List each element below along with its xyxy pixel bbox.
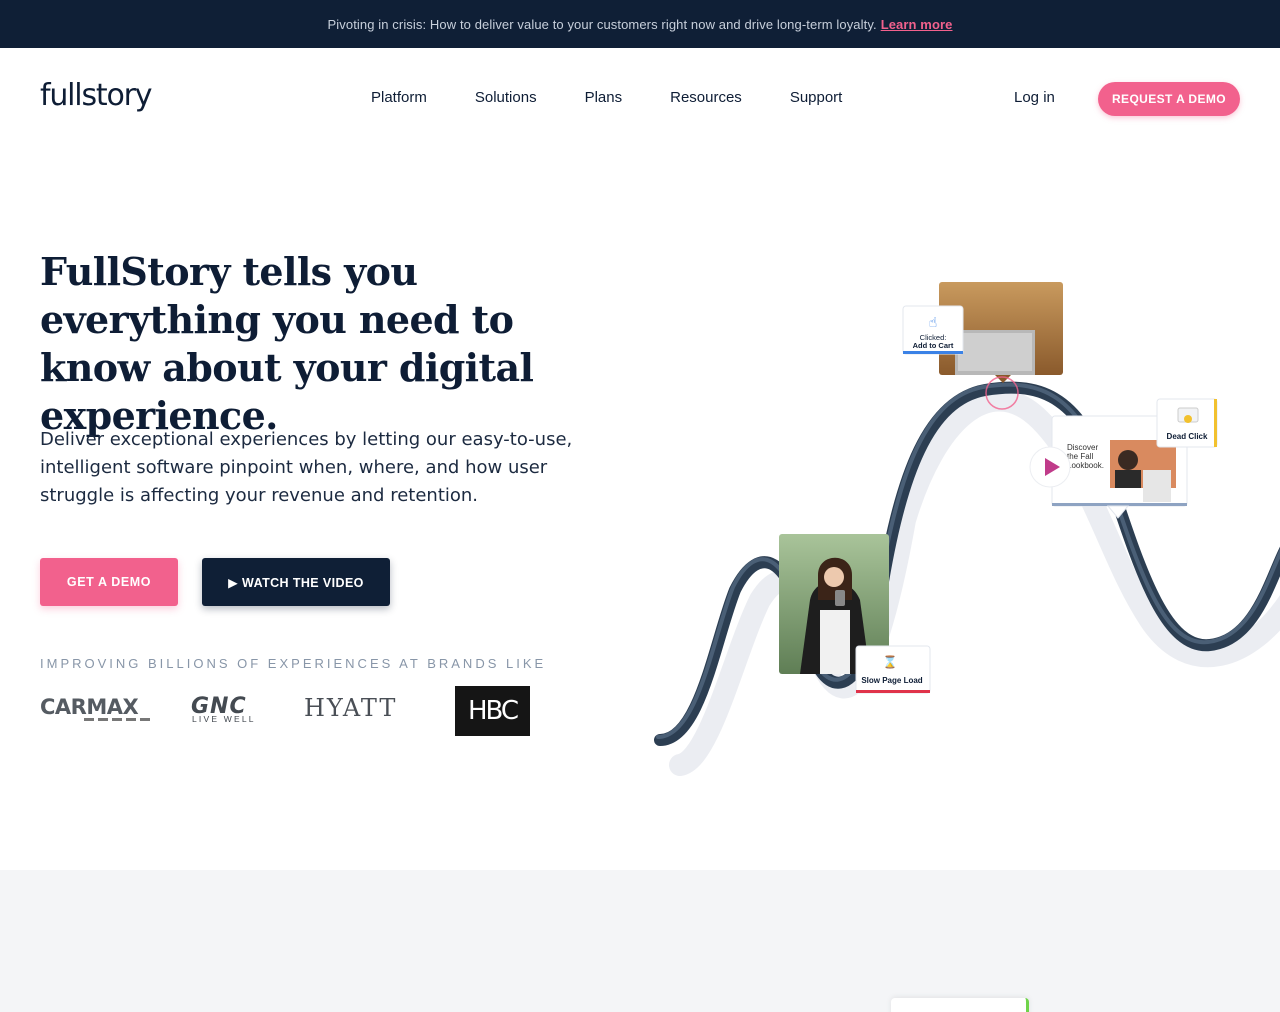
nav-item-support[interactable]: Support [790, 89, 843, 106]
hero-title: FullStory tells you everything you need … [40, 249, 534, 438]
play-icon [1029, 446, 1071, 488]
nav-item-plans[interactable]: Plans [585, 89, 623, 106]
next-section-background [0, 870, 1280, 1012]
clicked-add-to-cart-card: ☝ Clicked: Add to Cart [902, 305, 964, 355]
get-demo-button[interactable]: GET A DEMO [40, 558, 178, 606]
dead-click-card: Dead Click [1156, 398, 1218, 448]
hero-illustration: ☝ Clicked: Add to Cart Discover the Fall… [654, 282, 1280, 776]
request-demo-button[interactable]: REQUEST A DEMO [1098, 82, 1240, 116]
wave-shadow [669, 389, 1280, 776]
announcement-bar: Pivoting in crisis: How to deliver value… [0, 0, 1280, 48]
slow-load-icon: ⌛ [883, 655, 898, 669]
hero-subtitle: Deliver exceptional experiences by letti… [40, 429, 573, 506]
fullstory-logo[interactable]: fullstory [40, 78, 152, 113]
lookbook-text-3: Lookbook. [1067, 461, 1104, 470]
slow-page-load-label: Slow Page Load [861, 676, 922, 685]
login-link[interactable]: Log in [1014, 89, 1055, 106]
next-section-card [891, 998, 1029, 1012]
announcement-learn-more-link[interactable]: Learn more [881, 17, 953, 32]
slow-page-load-card: ⌛ Slow Page Load [855, 645, 931, 694]
nav-item-platform[interactable]: Platform [371, 89, 427, 106]
dead-click-label: Dead Click [1167, 432, 1208, 441]
announcement-text: Pivoting in crisis: How to deliver value… [327, 16, 877, 32]
nav-menu: Platform Solutions Plans Resources Suppo… [371, 89, 842, 106]
lookbook-text-1: Discover [1067, 443, 1098, 452]
pointer-icon: ☝ [929, 315, 938, 331]
nav-item-solutions[interactable]: Solutions [475, 89, 537, 106]
dead-click-emoji-icon [1184, 415, 1192, 423]
hbc-logo: HBC [455, 686, 530, 736]
lookbook-text-2: the Fall [1067, 452, 1093, 461]
main-nav: fullstory Platform Solutions Plans Resou… [0, 48, 1280, 148]
carmax-logo-bar [84, 718, 150, 721]
brands-label: IMPROVING BILLIONS OF EXPERIENCES AT BRA… [40, 656, 547, 671]
carmax-logo: CARMAX [40, 695, 139, 719]
gnc-logo-tagline: LIVE WELL [192, 714, 256, 724]
clicked-card-line2: Add to Cart [913, 341, 954, 350]
hyatt-logo: HYATT [304, 694, 398, 722]
watch-video-button[interactable]: ▶ WATCH THE VIDEO [202, 558, 390, 606]
nav-item-resources[interactable]: Resources [670, 89, 742, 106]
